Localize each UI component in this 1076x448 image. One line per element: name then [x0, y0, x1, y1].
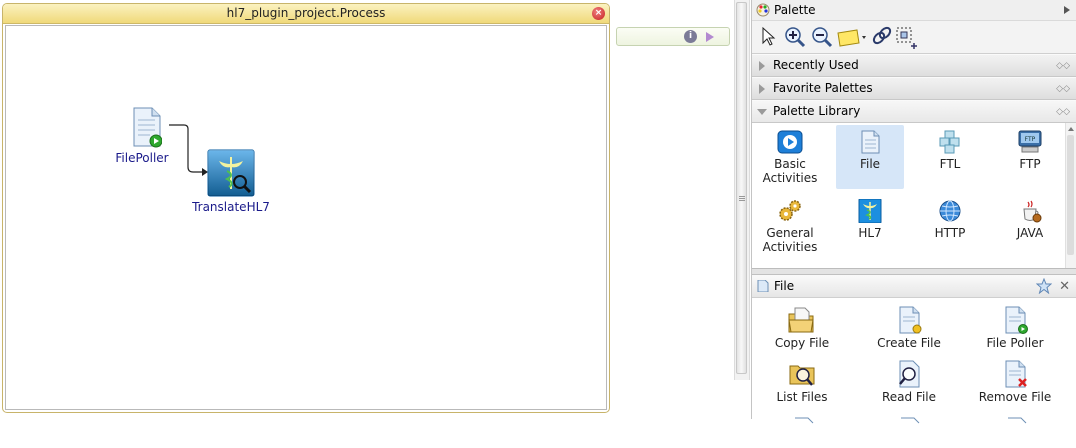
library-item-http[interactable]: HTTP	[916, 194, 984, 258]
palette-panel: Palette Recently Used ◇◇ Favorite Palett…	[751, 0, 1076, 448]
pin-icon[interactable]: ◇◇	[1056, 108, 1070, 117]
library-item-general-activities[interactable]: General Activities	[756, 194, 824, 258]
select-pointer-icon[interactable]	[760, 26, 776, 46]
palette-toolbar	[752, 20, 1076, 54]
drawer-label: Palette Library	[773, 104, 861, 118]
node-label: TranslateHL7	[192, 200, 270, 214]
grip-icon	[739, 196, 745, 197]
file-item-list-files[interactable]: List Files	[752, 360, 852, 404]
process-canvas[interactable]: FilePoller TranslateHL7	[5, 25, 607, 410]
file-item-remove-file[interactable]: Remove File	[965, 360, 1065, 404]
scrollbar-thumb[interactable]	[1067, 135, 1074, 255]
file-poller-icon	[133, 107, 163, 148]
zoom-out-icon[interactable]	[811, 26, 833, 48]
gears-icon	[779, 200, 801, 221]
filepoller-node[interactable]: FilePoller	[112, 106, 172, 165]
favorite-star-icon[interactable]	[1036, 278, 1052, 294]
scroll-up-icon[interactable]	[1068, 127, 1074, 131]
svg-text:FTP: FTP	[1025, 136, 1036, 143]
translatehl7-node[interactable]: TranslateHL7	[192, 149, 270, 214]
hl7-caduceus-icon	[858, 199, 882, 223]
library-scrollbar[interactable]	[1065, 123, 1076, 268]
java-cup-icon	[1023, 200, 1042, 223]
drawer-favorite-palettes[interactable]: Favorite Palettes ◇◇	[752, 77, 1076, 100]
expand-arrow-icon	[759, 61, 765, 71]
hl7-caduceus-icon	[207, 149, 255, 197]
ftl-cubes-icon	[939, 130, 960, 154]
library-item-basic-activities[interactable]: Basic Activities	[756, 125, 824, 189]
copy-file-icon	[788, 307, 814, 333]
collapse-arrow-icon	[757, 109, 767, 115]
remove-file-icon	[1005, 360, 1027, 388]
drawer-palette-library[interactable]: Palette Library ◇◇	[752, 100, 1076, 123]
file-poller-icon	[1005, 306, 1028, 334]
file-section-title: File	[774, 279, 795, 293]
file-item-copy-file[interactable]: Copy File	[752, 306, 852, 350]
breadcrumb-pill[interactable]: i	[616, 27, 730, 46]
palette-header: Palette	[752, 0, 1076, 20]
ftp-computer-icon: FTP	[1018, 130, 1042, 153]
scrollbar-thumb[interactable]	[736, 2, 747, 374]
pin-icon[interactable]: ◇◇	[1056, 85, 1070, 94]
file-section-header: File ✕	[752, 275, 1076, 298]
library-item-hl7[interactable]: HL7	[836, 194, 904, 258]
palette-icon	[756, 3, 770, 17]
marquee-select-icon[interactable]	[895, 26, 919, 50]
vertical-scrollbar[interactable]	[734, 0, 750, 380]
partial-item-icon	[795, 417, 814, 424]
library-item-file[interactable]: File	[836, 125, 904, 189]
process-editor: hl7_plugin_project.Process × FilePoller	[2, 3, 610, 413]
read-file-icon	[899, 360, 920, 388]
basic-activities-icon	[777, 130, 803, 154]
library-item-java[interactable]: JAVA	[996, 194, 1064, 258]
library-item-ftl[interactable]: FTL	[916, 125, 984, 189]
create-file-icon	[899, 306, 922, 334]
process-title: hl7_plugin_project.Process	[3, 4, 609, 24]
palette-title: Palette	[774, 3, 816, 17]
file-icon	[757, 280, 769, 292]
menu-arrow-icon[interactable]	[1064, 6, 1070, 14]
globe-icon	[939, 200, 961, 222]
list-files-icon	[789, 365, 815, 386]
file-icon	[861, 130, 880, 154]
drawer-recently-used[interactable]: Recently Used ◇◇	[752, 54, 1076, 77]
close-icon[interactable]: ✕	[1059, 276, 1070, 298]
partial-item-icon	[1008, 417, 1027, 424]
library-item-ftp[interactable]: FTP FTP	[996, 125, 1064, 189]
file-item-read-file[interactable]: Read File	[859, 360, 959, 404]
pin-icon[interactable]: ◇◇	[1056, 62, 1070, 71]
palette-library-grid: Basic Activities File FTL FTP FTP Genera…	[752, 123, 1076, 269]
drawer-label: Favorite Palettes	[773, 81, 873, 95]
close-icon[interactable]: ×	[592, 7, 605, 20]
link-icon[interactable]	[872, 26, 892, 46]
expand-arrow-icon	[759, 84, 765, 94]
file-item-create-file[interactable]: Create File	[859, 306, 959, 350]
sticky-note-icon[interactable]	[837, 29, 867, 47]
partial-item-icon	[901, 417, 920, 424]
drawer-label: Recently Used	[773, 58, 859, 72]
file-activities-grid: Copy File Create File File Poller List F…	[752, 298, 1076, 448]
zoom-in-icon[interactable]	[784, 26, 806, 48]
file-item-file-poller[interactable]: File Poller	[965, 306, 1065, 350]
tag-icon[interactable]	[706, 32, 714, 42]
node-label: FilePoller	[115, 151, 169, 165]
info-icon[interactable]: i	[684, 30, 697, 43]
